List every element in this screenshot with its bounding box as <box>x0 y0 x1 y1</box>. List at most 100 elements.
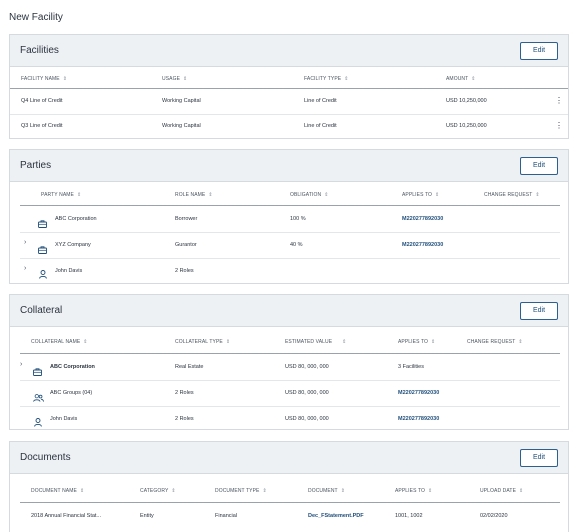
facility-type: Line of Credit <box>304 123 337 129</box>
row-divider <box>20 232 560 233</box>
facility-type: Line of Credit <box>304 98 337 104</box>
facilities-panel: Facilities Edit FACILITY NAME ⇕ USAGE ⇕ FA… <box>9 34 569 139</box>
collateral-panel: Collateral Edit COLLATERAL NAME ⇕ COLLATE… <box>9 294 569 430</box>
row-divider <box>20 380 560 381</box>
sort-icon[interactable]: ⇕ <box>208 192 212 198</box>
facilities-edit-button[interactable]: Edit <box>520 42 558 60</box>
applies-to: 1001, 1002 <box>395 513 423 519</box>
sort-icon[interactable]: ⇕ <box>262 488 266 494</box>
document-type: Financial <box>215 513 238 519</box>
column-header-change-request[interactable]: CHANGE REQUEST ⇕ <box>484 192 540 198</box>
document-file-link[interactable]: Dec_FStatement.PDF <box>308 513 364 519</box>
chevron-right-icon[interactable]: › <box>24 239 26 246</box>
document-category: Entity <box>140 513 154 519</box>
column-header-applies-to[interactable]: APPLIES TO ⇕ <box>402 192 439 198</box>
column-header-estimated-value[interactable]: ESTIMATED VALUE ⇕ <box>285 339 346 345</box>
sort-icon[interactable]: ⇕ <box>83 339 87 345</box>
column-header-party-name[interactable]: PARTY NAME ⇕ <box>41 192 81 198</box>
kebab-menu-icon[interactable]: ⋮ <box>555 97 563 105</box>
collateral-type: 2 Roles <box>175 390 194 396</box>
applies-to-link[interactable]: M220277892030 <box>398 390 439 396</box>
column-header-applies-to[interactable]: APPLIES TO ⇕ <box>398 339 435 345</box>
table-header-divider <box>10 88 568 89</box>
column-header-document-name[interactable]: DOCUMENT NAME ⇕ <box>31 488 84 494</box>
facility-amount: USD 10,250,000 <box>446 98 487 104</box>
documents-panel: Documents Edit DOCUMENT NAME ⇕ CATEGORY ⇕ … <box>9 441 569 532</box>
sort-icon[interactable]: ⇕ <box>435 192 439 198</box>
collateral-name: ABC Groups (04) <box>50 390 93 396</box>
table-header-divider <box>20 353 560 354</box>
parties-header: Parties Edit <box>10 150 568 182</box>
column-header-document-type[interactable]: DOCUMENT TYPE ⇕ <box>215 488 267 494</box>
party-name: ABC Corporation <box>55 216 97 222</box>
sort-icon[interactable]: ⇕ <box>518 339 522 345</box>
facility-name: Q3 Line of Credit <box>21 123 63 129</box>
facility-name: Q4 Line of Credit <box>21 98 63 104</box>
facility-usage: Working Capital <box>162 98 201 104</box>
sort-icon[interactable]: ⇕ <box>77 192 81 198</box>
applies-to-link[interactable]: M220277892030 <box>402 216 443 222</box>
sort-icon[interactable]: ⇕ <box>342 339 346 345</box>
column-header-obligation[interactable]: OBLIGATION ⇕ <box>290 192 329 198</box>
column-header-upload-date[interactable]: UPLOAD DATE ⇕ <box>480 488 523 494</box>
role-name: 2 Roles <box>175 268 194 274</box>
column-header-change-request[interactable]: CHANGE REQUEST ⇕ <box>467 339 523 345</box>
estimated-value: USD 80, 000, 000 <box>285 390 329 396</box>
briefcase-icon <box>38 241 47 259</box>
column-header-collateral-type[interactable]: COLLATERAL TYPE ⇕ <box>175 339 230 345</box>
column-header-amount[interactable]: AMOUNT ⇕ <box>446 76 476 82</box>
collateral-edit-button[interactable]: Edit <box>520 302 558 320</box>
column-header-applies-to[interactable]: APPLIES TO ⇕ <box>395 488 432 494</box>
collateral-header: Collateral Edit <box>10 295 568 327</box>
parties-edit-button[interactable]: Edit <box>520 157 558 175</box>
collateral-name: ABC Corporation <box>50 364 95 370</box>
sort-icon[interactable]: ⇕ <box>171 488 175 494</box>
chevron-right-icon[interactable]: › <box>24 265 26 272</box>
documents-edit-button[interactable]: Edit <box>520 449 558 467</box>
kebab-menu-icon[interactable]: ⋮ <box>555 122 563 130</box>
sort-icon[interactable]: ⇕ <box>519 488 523 494</box>
sort-icon[interactable]: ⇕ <box>324 192 328 198</box>
collateral-type: Real Estate <box>175 364 204 370</box>
parties-panel: Parties Edit PARTY NAME ⇕ ROLE NAME ⇕ OBLI… <box>9 149 569 284</box>
sort-icon[interactable]: ⇕ <box>63 76 67 82</box>
column-header-collateral-name[interactable]: COLLATERAL NAME ⇕ <box>31 339 88 345</box>
column-header-usage[interactable]: USAGE ⇕ <box>162 76 187 82</box>
sort-icon[interactable]: ⇕ <box>431 339 435 345</box>
sort-icon[interactable]: ⇕ <box>183 76 187 82</box>
obligation: 40 % <box>290 242 303 248</box>
sort-icon[interactable]: ⇕ <box>226 339 230 345</box>
sort-icon[interactable]: ⇕ <box>341 488 345 494</box>
upload-date: 02/02/2020 <box>480 513 508 519</box>
row-divider <box>20 406 560 407</box>
applies-to-link[interactable]: M220277892030 <box>402 242 443 248</box>
sort-icon[interactable]: ⇕ <box>535 192 539 198</box>
column-header-role-name[interactable]: ROLE NAME ⇕ <box>175 192 213 198</box>
row-divider <box>10 114 568 115</box>
collateral-title: Collateral <box>20 305 63 316</box>
facility-usage: Working Capital <box>162 123 201 129</box>
table-header-divider <box>20 205 560 206</box>
person-icon <box>34 414 42 429</box>
column-header-category[interactable]: CATEGORY ⇕ <box>140 488 176 494</box>
sort-icon[interactable]: ⇕ <box>80 488 84 494</box>
applies-to-link[interactable]: M220277892030 <box>398 416 439 422</box>
documents-title: Documents <box>20 452 71 463</box>
person-icon <box>39 266 47 283</box>
facilities-title: Facilities <box>20 45 59 56</box>
page-title: New Facility <box>9 12 63 23</box>
documents-header: Documents Edit <box>10 442 568 474</box>
document-name: 2018 Annual Financial Stat... <box>31 513 102 519</box>
briefcase-icon <box>38 215 47 233</box>
chevron-right-icon[interactable]: › <box>20 361 22 368</box>
role-name: Borrower <box>175 216 198 222</box>
column-header-document[interactable]: DOCUMENT ⇕ <box>308 488 345 494</box>
sort-icon[interactable]: ⇕ <box>471 76 475 82</box>
column-header-facility-type[interactable]: FACILITY TYPE ⇕ <box>304 76 349 82</box>
parties-title: Parties <box>20 160 52 171</box>
column-header-facility-name[interactable]: FACILITY NAME ⇕ <box>21 76 67 82</box>
sort-icon[interactable]: ⇕ <box>428 488 432 494</box>
sort-icon[interactable]: ⇕ <box>344 76 348 82</box>
role-name: Gurantor <box>175 242 197 248</box>
facilities-header: Facilities Edit <box>10 35 568 67</box>
